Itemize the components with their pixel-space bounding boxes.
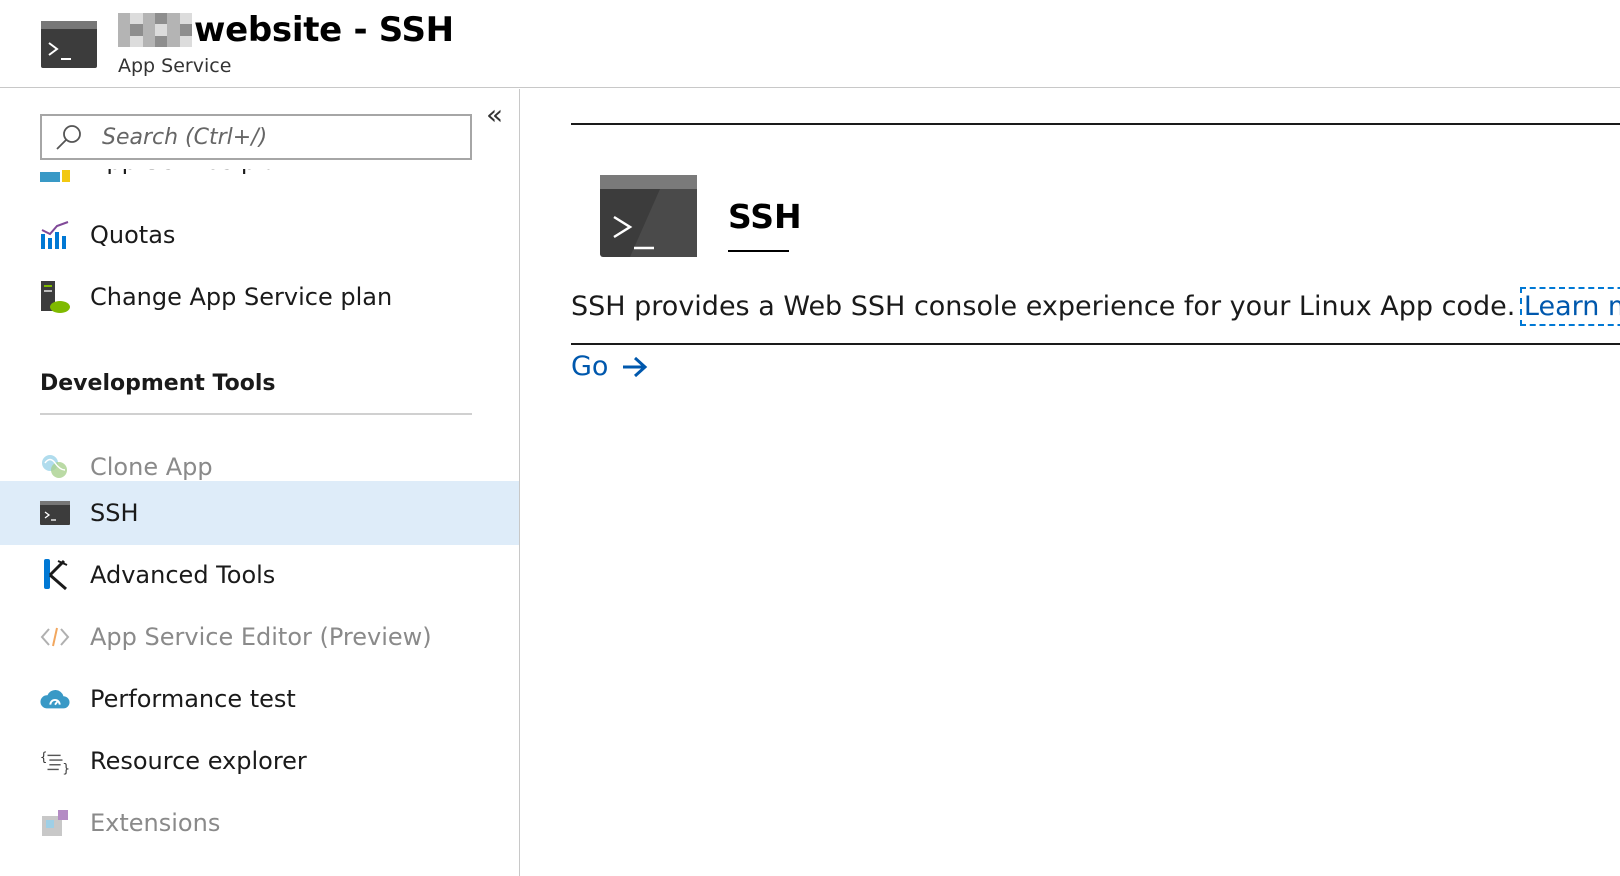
page-title: website - SSH — [194, 10, 454, 50]
resource-explorer-icon: { } — [40, 746, 70, 776]
description-text: SSH provides a Web SSH console experienc… — [571, 291, 1516, 322]
menu-item-performance-test[interactable]: Performance test — [0, 667, 519, 731]
change-plan-icon — [40, 281, 70, 313]
menu-item-label: Quotas — [90, 221, 176, 249]
redacted-name-block — [118, 13, 192, 47]
search-icon — [56, 125, 81, 150]
svg-text:{: { — [40, 750, 47, 764]
search-input[interactable] — [102, 124, 432, 150]
menu-item-advanced-tools[interactable]: Advanced Tools — [0, 543, 519, 607]
page-title-wrap: website - SSH — [118, 8, 454, 52]
collapse-menu-button[interactable]: « — [486, 101, 503, 129]
menu-item-change-app-service-plan[interactable]: Change App Service plan — [0, 265, 519, 329]
menu-item-label: Change App Service plan — [90, 283, 393, 311]
ssh-description: SSH provides a Web SSH console experienc… — [571, 287, 1620, 326]
menu-item-resource-explorer[interactable]: { } Resource explorer — [0, 729, 519, 793]
ssh-terminal-large-icon — [600, 175, 697, 257]
quotas-chart-icon — [40, 220, 70, 250]
menu-search-box — [40, 114, 472, 160]
arrow-right-icon — [623, 356, 648, 377]
menu-item-quotas[interactable]: Quotas — [0, 203, 519, 267]
menu-item-app-service-editor[interactable]: App Service Editor (Preview) — [0, 605, 519, 669]
menu-item-ssh[interactable]: SSH — [0, 481, 519, 545]
feature-title-underline — [728, 250, 789, 252]
blade-header: website - SSH App Service — [0, 0, 1620, 88]
menu-item-label: Advanced Tools — [90, 561, 276, 589]
cloud-gauge-icon — [40, 684, 70, 714]
extensions-icon — [40, 808, 70, 838]
menu-item-label: Performance test — [90, 685, 296, 713]
learn-more-link[interactable]: Learn more — [1519, 287, 1620, 326]
feature-title: SSH — [728, 197, 802, 236]
menu-item-label: App Service Editor (Preview) — [90, 623, 432, 651]
section-divider — [40, 413, 472, 415]
menu-item-label: SSH — [90, 499, 139, 527]
menu-item-extensions[interactable]: Extensions — [0, 791, 519, 855]
menu-item-label: Extensions — [90, 809, 221, 837]
svg-text:}: } — [63, 761, 70, 775]
main-content: SSH SSH provides a Web SSH console exper… — [521, 89, 1620, 876]
menu-item-label: Resource explorer — [90, 747, 307, 775]
ssh-terminal-icon — [40, 498, 70, 528]
clone-app-icon — [40, 452, 70, 482]
go-link[interactable]: Go — [571, 351, 648, 382]
page-subtitle: App Service — [118, 55, 232, 77]
code-editor-icon — [40, 622, 70, 652]
kudu-icon — [40, 559, 70, 591]
section-title-development-tools: Development Tools — [40, 371, 276, 396]
terminal-icon — [41, 21, 97, 68]
top-divider — [571, 123, 1620, 125]
go-label: Go — [571, 351, 609, 382]
resource-menu: App Service plan Quotas — [0, 89, 520, 876]
bottom-divider — [571, 343, 1620, 345]
menu-item-label: Clone App — [90, 453, 213, 481]
